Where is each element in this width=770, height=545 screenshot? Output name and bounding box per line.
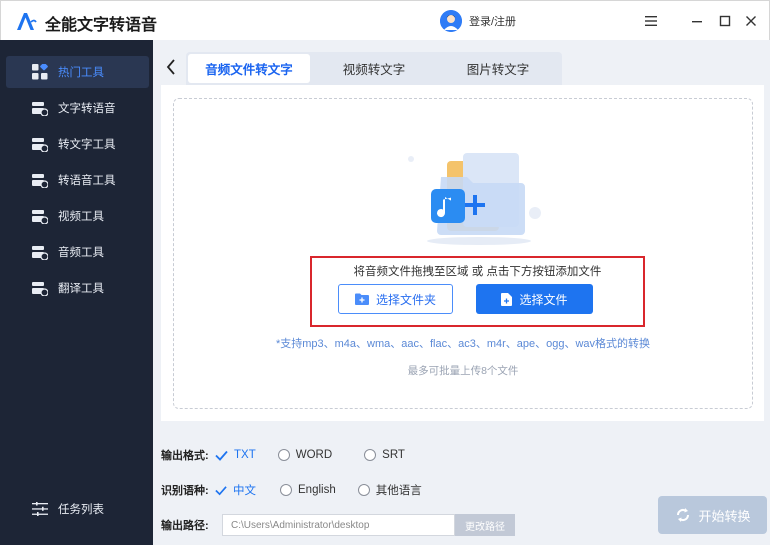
output-format-row: 输出格式: TXT WORD SRT [161, 445, 427, 465]
highlight-box: 将音频文件拖拽至区域 或 点击下方按钮添加文件 选择文件夹 选择文件 [310, 256, 645, 327]
login-button[interactable]: 登录/注册 [440, 9, 516, 33]
minimize-icon [692, 21, 702, 23]
supported-formats-text: *支持mp3、m4a、wma、aac、flac、ac3、m4r、ape、ogg、… [275, 338, 651, 350]
tab-video-to-text[interactable]: 视频转文字 [314, 54, 434, 83]
radio-circle-icon [364, 449, 377, 461]
start-convert-label: 开始转换 [698, 508, 751, 524]
file-add-icon [501, 292, 513, 306]
language-radio-chinese[interactable]: 中文 [215, 482, 256, 498]
output-path-input[interactable] [222, 514, 455, 536]
tab-bar: 音频文件转文字 视频转文字 图片转文字 [186, 52, 562, 85]
language-option-label: 其他语言 [375, 485, 422, 497]
app-title: 全能文字转语音 [45, 17, 158, 34]
task-list-button[interactable]: 任务列表 [32, 501, 104, 517]
sidebar-item-label: 文字转语音 [58, 103, 116, 115]
sidebar-item-to-speech-tools[interactable]: 转语音工具 [6, 164, 149, 196]
sidebar-item-label: 转语音工具 [58, 175, 116, 187]
sidebar-item-video-tools[interactable]: 视频工具 [6, 200, 149, 232]
close-button[interactable] [741, 11, 761, 31]
format-option-label: WORD [295, 449, 333, 461]
toolbox-icon [31, 171, 49, 189]
user-icon [440, 10, 462, 32]
language-option-label: English [298, 484, 336, 496]
language-radio-english[interactable]: English [280, 484, 336, 496]
select-file-label: 选择文件 [519, 292, 568, 307]
upload-panel: 将音频文件拖拽至区域 或 点击下方按钮添加文件 选择文件夹 选择文件 *支持mp… [161, 85, 764, 421]
language-radio-other[interactable]: 其他语言 [357, 482, 422, 498]
minimize-button[interactable] [687, 11, 707, 31]
grid-icon [31, 63, 49, 81]
drop-hint-text: 将音频文件拖拽至区域 或 点击下方按钮添加文件 [353, 266, 602, 278]
sidebar-item-label: 热门工具 [58, 67, 104, 79]
tab-audio-to-text[interactable]: 音频文件转文字 [188, 54, 310, 83]
select-folder-button[interactable]: 选择文件夹 [338, 284, 453, 314]
app-logo-icon [17, 13, 37, 30]
radio-circle-icon [357, 484, 370, 496]
toolbox-icon [31, 135, 49, 153]
sidebar-item-label: 视频工具 [58, 211, 104, 223]
sidebar-item-hot-tools[interactable]: 热门工具 [6, 56, 149, 88]
folder-add-icon [354, 293, 369, 305]
avatar [440, 10, 462, 32]
output-path-label: 输出路径: [161, 520, 209, 532]
language-label: 识别语种: [161, 485, 209, 497]
radio-circle-icon [277, 449, 290, 461]
radio-circle-icon [280, 484, 292, 496]
back-button[interactable] [161, 56, 181, 78]
format-radio-srt[interactable]: SRT [364, 449, 405, 461]
checkmark-icon [215, 484, 227, 497]
task-list-label: 任务列表 [58, 504, 104, 516]
sidebar-item-to-text-tools[interactable]: 转文字工具 [6, 128, 149, 160]
menu-button[interactable] [641, 11, 661, 31]
upload-limit-text: 最多可批量上传8个文件 [407, 365, 519, 377]
select-folder-label: 选择文件夹 [375, 292, 436, 307]
hamburger-icon [645, 16, 657, 26]
sidebar-item-text-to-speech[interactable]: 文字转语音 [6, 92, 149, 124]
sidebar: 热门工具 文字转语音 转文字工具 转语音工具 视频工具 音频工具 翻译工具 任务… [0, 40, 153, 545]
toolbox-icon [31, 243, 49, 261]
login-label: 登录/注册 [469, 16, 517, 28]
output-path-row: 输出路径: [161, 515, 215, 535]
sidebar-item-label: 翻译工具 [58, 283, 104, 295]
select-file-button[interactable]: 选择文件 [476, 284, 593, 314]
language-option-label: 中文 [233, 485, 256, 497]
tab-image-to-text[interactable]: 图片转文字 [438, 54, 558, 83]
maximize-icon [719, 15, 731, 27]
main-area: 音频文件转文字 视频转文字 图片转文字 将音频文件拖拽至区域 或 点击下方按钮添… [153, 40, 770, 545]
convert-icon [677, 508, 690, 522]
sidebar-item-audio-tools[interactable]: 音频工具 [6, 236, 149, 268]
audio-file-illustration-icon [408, 153, 541, 245]
format-option-label: SRT [382, 449, 405, 461]
sidebar-item-label: 转文字工具 [58, 139, 116, 151]
title-bar: 全能文字转语音 登录/注册 [0, 0, 770, 40]
format-radio-word[interactable]: WORD [277, 449, 333, 461]
format-option-label: TXT [234, 449, 256, 461]
language-row: 识别语种: 中文 English 其他语言 [161, 480, 444, 500]
chevron-left-icon [166, 59, 175, 75]
toolbox-icon [31, 207, 49, 225]
maximize-button[interactable] [715, 11, 735, 31]
sidebar-item-translate-tools[interactable]: 翻译工具 [6, 272, 149, 304]
toolbox-icon [31, 99, 49, 117]
sliders-icon [32, 502, 48, 516]
checkmark-icon [215, 449, 228, 462]
change-path-button[interactable]: 更改路径 [455, 514, 515, 536]
toolbox-icon [31, 279, 49, 297]
output-format-label: 输出格式: [161, 450, 209, 462]
sidebar-item-label: 音频工具 [58, 247, 104, 259]
start-convert-button[interactable]: 开始转换 [658, 496, 767, 534]
format-radio-txt[interactable]: TXT [215, 449, 256, 462]
drop-zone[interactable]: 将音频文件拖拽至区域 或 点击下方按钮添加文件 选择文件夹 选择文件 *支持mp… [173, 98, 753, 409]
close-icon [746, 16, 756, 26]
